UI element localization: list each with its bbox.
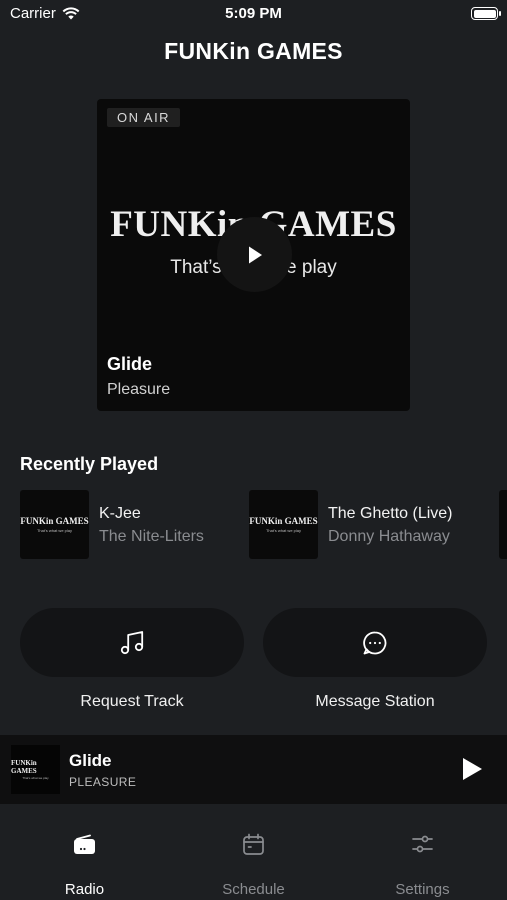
track-thumbnail-partial <box>499 490 507 559</box>
recent-track: The Ghetto (Live) <box>328 505 453 522</box>
thumbnail-tagline: That's what we play <box>36 528 72 533</box>
message-icon <box>363 631 387 654</box>
mini-player[interactable]: FUNKin GAMES That's what we play Glide P… <box>0 735 507 804</box>
request-track-button[interactable] <box>20 608 244 677</box>
play-icon <box>248 246 262 263</box>
music-note-icon <box>120 630 144 654</box>
mini-play-button[interactable] <box>461 757 483 786</box>
tab-radio[interactable]: Radio <box>0 804 169 900</box>
recent-artist: Donny Hathaway <box>328 528 450 545</box>
thumbnail-tagline: That's what we play <box>265 528 301 533</box>
battery-icon <box>471 7 501 20</box>
on-air-badge: ON AIR <box>107 108 181 127</box>
page-title: FUNKin GAMES <box>164 38 343 64</box>
recent-track: K-Jee <box>99 505 141 522</box>
request-track-label[interactable]: Request Track <box>20 693 244 711</box>
calendar-icon <box>243 833 264 855</box>
now-playing-track: Glide <box>107 354 153 374</box>
mini-player-track: Glide <box>69 751 112 770</box>
track-thumbnail: FUNKin GAMES That's what we play <box>249 490 318 559</box>
recent-artist: The Nite-Liters <box>99 528 204 545</box>
thumbnail-logo: FUNKin GAMES <box>20 516 89 526</box>
status-time: 5:09 PM <box>225 5 282 22</box>
tab-schedule-label: Schedule <box>222 881 285 898</box>
thumbnail-logo: FUNKin GAMES <box>249 516 318 526</box>
mini-player-artist: PLEASURE <box>69 775 137 789</box>
thumbnail-tagline: That's what we play <box>22 776 49 780</box>
status-bar: Carrier 5:09 PM <box>0 0 507 30</box>
mini-player-thumbnail: FUNKin GAMES That's what we play <box>11 745 60 794</box>
thumbnail-logo: FUNKin GAMES <box>11 759 37 775</box>
list-item[interactable]: FUNKin GAMES That's what we play K-Jee T… <box>20 490 204 560</box>
track-thumbnail: FUNKin GAMES That's what we play <box>20 490 89 559</box>
list-item[interactable]: FUNKin GAMES That's what we play The Ghe… <box>249 490 453 560</box>
now-playing-card[interactable]: ON AIR FUNKin GAMES That’s what we play … <box>97 99 410 411</box>
tab-settings-label: Settings <box>395 881 450 898</box>
play-icon <box>463 758 482 780</box>
recently-played-title: Recently Played <box>20 454 159 474</box>
message-station-button[interactable] <box>263 608 487 677</box>
sliders-icon <box>412 835 433 853</box>
tab-schedule[interactable]: Schedule <box>169 804 338 900</box>
tab-bar: Radio Schedule Settings <box>0 804 507 900</box>
radio-icon <box>74 834 95 854</box>
play-button[interactable] <box>217 217 292 292</box>
message-station-label[interactable]: Message Station <box>263 693 487 711</box>
tab-radio-label: Radio <box>64 881 105 898</box>
now-playing-artist: Pleasure <box>107 381 171 398</box>
tab-settings[interactable]: Settings <box>338 804 507 900</box>
